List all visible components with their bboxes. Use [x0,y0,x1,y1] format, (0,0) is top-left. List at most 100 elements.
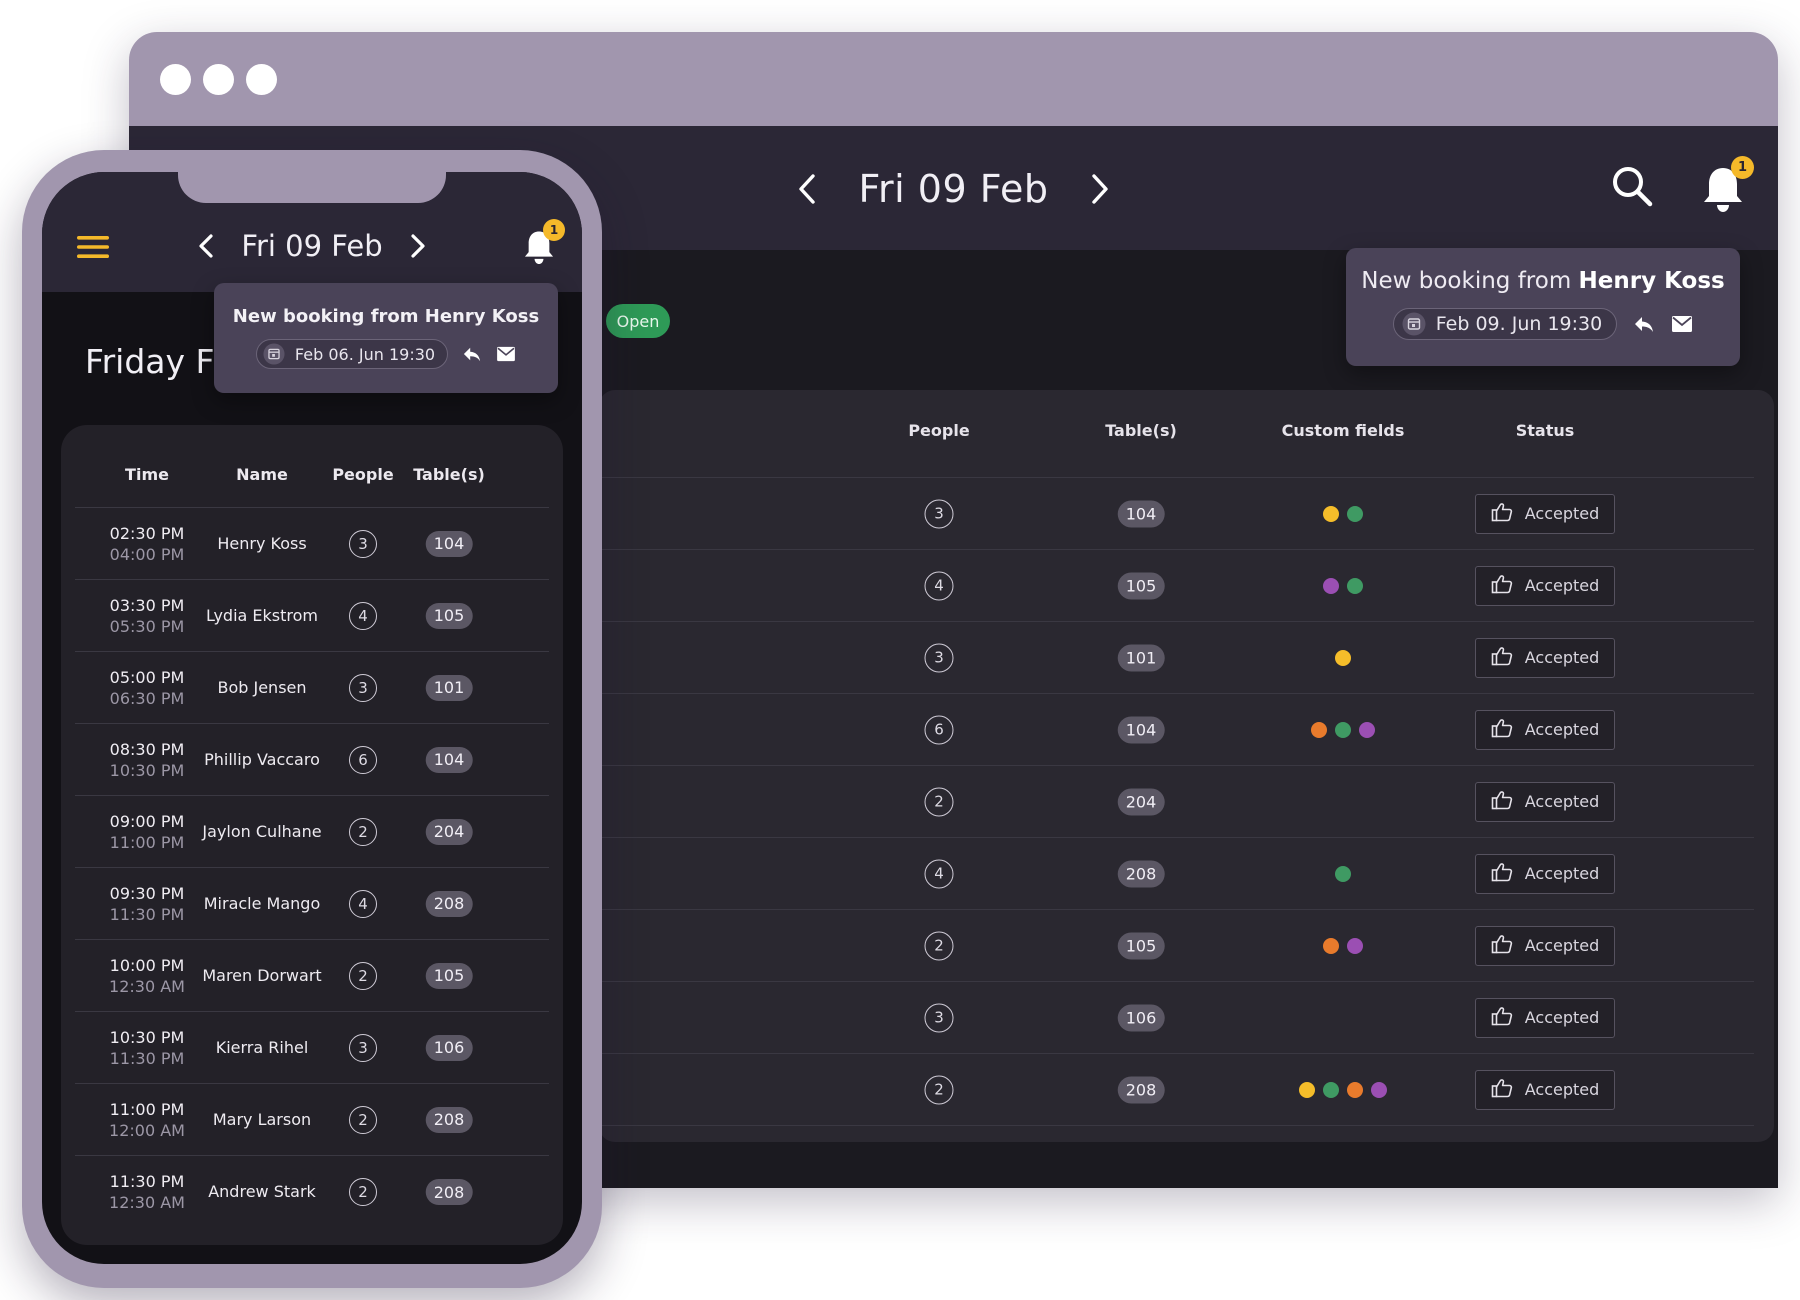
guest-name-cell: Jaylon Culhane [187,822,337,842]
mail-icon[interactable] [1671,315,1693,333]
table-number: 104 [425,530,473,557]
guest-name: Andrew Stark [208,1182,316,1201]
people-cell: 3 [924,1003,954,1032]
table-row[interactable]: 3 104 Accepted [599,478,1754,550]
status-label: Accepted [1524,864,1600,883]
people-cell: 2 [349,961,377,990]
people-cell: 2 [349,1105,377,1134]
custom-fields-cell [1323,937,1363,954]
column-header-tables[interactable]: Table(s) [413,465,485,484]
bell-icon[interactable]: 1 [522,219,565,266]
people-cell: 3 [924,499,954,528]
status-accepted-button[interactable]: Accepted [1475,853,1615,894]
table-number: 101 [425,674,473,701]
phone-screen: Fri 09 Feb 1 Friday Fe New booking from … [42,172,582,1264]
table-row[interactable]: 4 105 Accepted [599,550,1754,622]
guest-name-cell: Kierra Rihel [187,1038,337,1058]
status-accepted-button[interactable]: Accepted [1475,925,1615,966]
table-row[interactable]: 4 208 Accepted [599,838,1754,910]
column-header-tables[interactable]: Table(s) [1105,421,1177,440]
mobile-current-date: Fri 09 Feb [241,229,383,263]
table-row[interactable]: 2 105 Accepted [599,910,1754,982]
bell-icon[interactable]: 1 [1700,156,1754,214]
status-accepted-button[interactable]: Accepted [1475,781,1615,822]
new-booking-notification[interactable]: New booking from Henry Koss Feb 06. Jun … [214,283,558,393]
custom-fields-cell [1335,649,1351,666]
mobile-date-navigation: Fri 09 Feb [42,224,582,268]
custom-field-dot [1335,721,1351,738]
table-number: 208 [1117,860,1165,887]
column-header-custom-fields[interactable]: Custom fields [1282,421,1405,440]
table-row[interactable]: 03:30 PM 05:30 PM Lydia Ekstrom 4 105 [75,580,549,652]
table-row[interactable]: 05:00 PM 06:30 PM Bob Jensen 3 101 [75,652,549,724]
people-count: 3 [924,1003,954,1032]
status-accepted-button[interactable]: Accepted [1475,493,1615,534]
chevron-left-icon[interactable] [790,167,824,211]
people-count: 4 [924,571,954,600]
table-cell: 208 [425,1179,473,1205]
table-row[interactable]: 3 106 Accepted [599,982,1754,1054]
custom-field-dot [1371,1081,1387,1098]
chevron-right-icon[interactable] [405,224,431,268]
window-control-dot[interactable] [246,64,277,95]
table-number: 208 [425,1106,473,1133]
table-row[interactable]: 11:30 PM 12:30 AM Andrew Stark 2 208 [75,1156,549,1228]
thumbs-up-icon [1491,574,1513,598]
table-row[interactable]: 10:30 PM 11:30 PM Kierra Rihel 3 106 [75,1012,549,1084]
column-header-people[interactable]: People [332,465,393,484]
table-cell: 105 [1117,572,1165,599]
page-title: Friday Fe [85,342,233,381]
status-accepted-button[interactable]: Accepted [1475,709,1615,750]
notification-prefix: New booking from [1361,268,1579,294]
table-row[interactable]: 6 104 Accepted [599,694,1754,766]
status-accepted-button[interactable]: Accepted [1475,637,1615,678]
people-cell: 4 [349,889,377,918]
mail-icon[interactable] [496,346,516,362]
people-cell: 2 [924,787,954,816]
table-row[interactable]: 3 101 Accepted [599,622,1754,694]
status-accepted-button[interactable]: Accepted [1475,565,1615,606]
table-cell: 208 [1117,1076,1165,1103]
people-count: 3 [349,1033,377,1062]
search-icon[interactable] [1610,164,1654,208]
status-accepted-button[interactable]: Accepted [1475,1069,1615,1110]
people-cell: 6 [349,745,377,774]
table-number: 208 [1117,1076,1165,1103]
booking-date: Feb 09. Jun 19:30 [1435,313,1603,335]
column-header-time[interactable]: Time [125,465,169,484]
status-accepted-button[interactable]: Accepted [1475,997,1615,1038]
window-control-dot[interactable] [160,64,191,95]
column-header-status[interactable]: Status [1516,421,1575,440]
table-row[interactable]: 10:00 PM 12:30 AM Maren Dorwart 2 105 [75,940,549,1012]
table-cell: 105 [425,962,473,989]
window-control-dot[interactable] [203,64,234,95]
custom-field-dot [1323,937,1339,954]
new-booking-notification[interactable]: New booking from Henry Koss Feb 09. Jun … [1346,248,1740,366]
people-count: 3 [924,643,954,672]
reply-icon[interactable] [1633,314,1655,334]
custom-field-dot [1323,505,1339,522]
table-number: 104 [1117,716,1165,743]
status-label: Accepted [1524,504,1600,523]
chevron-right-icon[interactable] [1083,167,1117,211]
table-row[interactable]: 2 208 Accepted [599,1054,1754,1126]
column-header-name[interactable]: Name [236,465,288,484]
table-row[interactable]: 11:00 PM 12:00 AM Mary Larson 2 208 [75,1084,549,1156]
guest-name: Miracle Mango [203,893,321,913]
chevron-left-icon[interactable] [193,224,219,268]
custom-field-dot [1311,721,1327,738]
column-header-people[interactable]: People [908,421,969,440]
status-label: Accepted [1524,576,1600,595]
custom-field-dot [1347,577,1363,594]
table-row[interactable]: 09:00 PM 11:00 PM Jaylon Culhane 2 204 [75,796,549,868]
people-cell: 3 [349,673,377,702]
status-cell: Accepted [1475,565,1615,606]
status-label: Accepted [1524,648,1600,667]
table-row[interactable]: 09:30 PM 11:30 PM Miracle Mango 4 208 [75,868,549,940]
table-row[interactable]: 08:30 PM 10:30 PM Phillip Vaccaro 6 104 [75,724,549,796]
reply-icon[interactable] [462,345,482,363]
table-number: 106 [1117,1004,1165,1031]
table-row[interactable]: 02:30 PM 04:00 PM Henry Koss 3 104 [75,508,549,580]
table-row[interactable]: 2 204 Accepted [599,766,1754,838]
thumbs-up-icon [1491,1006,1513,1030]
